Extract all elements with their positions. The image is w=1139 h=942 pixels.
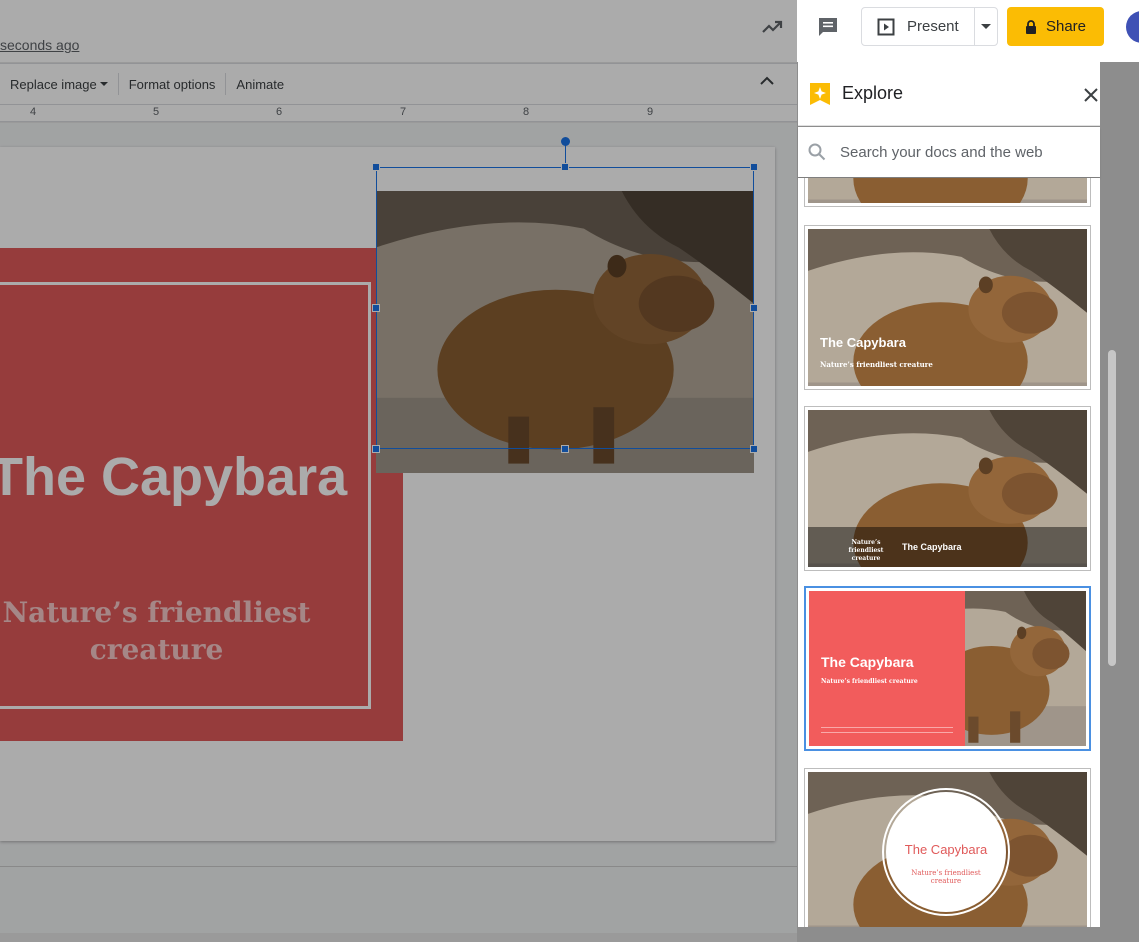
subtitle-line: creature <box>89 633 224 666</box>
ruler-tick: 8 <box>523 106 530 118</box>
present-button[interactable]: Present <box>862 8 975 45</box>
animate-label: Animate <box>236 76 285 92</box>
layout-subtitle: Nature’s friendliest creature <box>886 869 1006 885</box>
ruler-tick: 9 <box>647 106 654 118</box>
explore-search[interactable]: Search your docs and the web <box>798 127 1100 177</box>
slide-canvas: The Capybara Nature’s friendliest creatu… <box>0 123 797 933</box>
last-edit-link[interactable]: seconds ago <box>0 37 79 53</box>
subtitle-line: Nature’s friendliest <box>911 869 981 877</box>
selection-box <box>376 167 754 449</box>
subtitle-line: creature <box>930 877 962 885</box>
resize-handle[interactable] <box>561 163 569 171</box>
explore-icon <box>810 82 830 105</box>
slide-subtitle[interactable]: Nature’s friendliest creature <box>0 594 313 668</box>
layout-title: The Capybara <box>902 542 962 552</box>
ruler-tick: 4 <box>30 106 37 118</box>
resize-handle[interactable] <box>372 163 380 171</box>
subtitle-line: creature <box>851 555 881 562</box>
decorative-lines <box>821 727 953 733</box>
share-label: Share <box>1045 18 1087 35</box>
resize-handle[interactable] <box>750 163 758 171</box>
chevron-down-icon <box>99 81 108 86</box>
activity-dashboard-button[interactable] <box>754 9 790 45</box>
resize-handle[interactable] <box>561 445 569 453</box>
collapse-icon[interactable] <box>760 76 774 85</box>
format-options-button[interactable]: Format options <box>119 72 226 96</box>
chevron-down-icon <box>981 23 991 29</box>
present-icon <box>877 18 895 35</box>
comment-icon <box>819 18 837 36</box>
replace-image-label: Replace image <box>10 76 97 92</box>
layout-card[interactable]: The Capybara Nature’s friendliest creatu… <box>804 768 1091 927</box>
layout-card[interactable]: The Capybara Nature’s friendliest creatu… <box>804 225 1091 390</box>
layout-card[interactable] <box>804 178 1091 207</box>
format-toolbar: Replace image Format options Animate <box>0 63 797 105</box>
avatar[interactable] <box>1126 11 1139 43</box>
layout-card[interactable]: Nature’s friendliest creature The Capyba… <box>804 406 1091 571</box>
resize-handle[interactable] <box>750 304 758 312</box>
layout-title: The Capybara <box>820 335 906 350</box>
horizontal-ruler: 4 5 6 7 8 9 <box>0 105 797 122</box>
layout-suggestions: The Capybara Nature’s friendliest creatu… <box>798 178 1100 927</box>
ruler-tick: 7 <box>400 106 407 118</box>
layout-thumbnail <box>808 178 1087 203</box>
title-block[interactable]: The Capybara Nature’s friendliest creatu… <box>0 248 403 741</box>
lock-icon <box>1025 19 1036 34</box>
format-options-label: Format options <box>128 76 216 92</box>
explore-title: Explore <box>842 83 904 103</box>
slide-title[interactable]: The Capybara <box>0 446 347 508</box>
resize-handle[interactable] <box>750 445 758 453</box>
layout-title: The Capybara <box>821 654 914 670</box>
rotate-handle[interactable] <box>561 137 570 146</box>
present-label: Present <box>907 18 959 35</box>
trending-icon <box>762 20 783 33</box>
layout-subtitle: Nature’s friendliest creature <box>836 539 896 563</box>
resize-handle[interactable] <box>372 445 380 453</box>
layout-subtitle: Nature’s friendliest creature <box>820 360 933 369</box>
scrollbar-thumb[interactable] <box>1108 350 1116 666</box>
animate-button[interactable]: Animate <box>226 72 294 96</box>
explore-header: Explore <box>798 62 1100 126</box>
subtitle-line: Nature’s friendliest <box>2 596 311 629</box>
layout-card-selected[interactable]: The Capybara Nature’s friendliest creatu… <box>804 586 1091 751</box>
layout-thumbnail <box>959 591 1086 746</box>
present-dropdown-button[interactable] <box>975 8 997 45</box>
comments-button[interactable] <box>810 9 846 45</box>
ruler-tick: 5 <box>153 106 160 118</box>
present-button-group: Present <box>861 7 998 46</box>
layout-title: The Capybara <box>904 842 988 857</box>
search-icon <box>808 143 826 161</box>
share-button[interactable]: Share <box>1007 7 1104 46</box>
ruler-tick: 6 <box>276 106 283 118</box>
search-input[interactable]: Search your docs and the web <box>840 144 1043 161</box>
subtitle-line: Nature’s friendliest <box>848 539 884 554</box>
resize-handle[interactable] <box>372 304 380 312</box>
top-bar: seconds ago Present Share <box>0 0 1139 62</box>
speaker-notes-divider[interactable] <box>0 866 797 878</box>
replace-image-button[interactable]: Replace image <box>0 72 118 96</box>
layout-subtitle: Nature’s friendliest creature <box>821 678 918 685</box>
close-icon[interactable] <box>1081 85 1101 105</box>
